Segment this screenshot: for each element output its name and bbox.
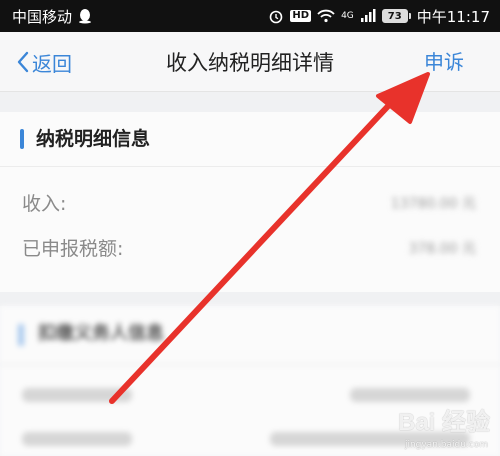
declared-tax-row: 已申报税额: 378.00 元 (0, 227, 500, 271)
nav-bar: 返回 收入纳税明细详情 申诉 (0, 32, 500, 92)
section-accent-bar (18, 324, 24, 346)
back-label: 返回 (32, 51, 72, 76)
declared-tax-label: 已申报税额: (22, 238, 124, 260)
section-header: 纳税明细信息 (0, 112, 500, 167)
divider (0, 364, 500, 365)
section-title: 纳税明细信息 (36, 128, 151, 150)
blurred-label (22, 388, 132, 402)
declared-tax-value: 378.00 元 (408, 241, 476, 257)
chevron-left-icon (17, 51, 29, 73)
section-gap (0, 92, 500, 112)
network-type: 4G (341, 11, 354, 21)
income-label: 收入: (22, 193, 67, 215)
carrier-label: 中国移动 (12, 7, 73, 26)
section-accent-bar (20, 129, 24, 149)
wifi-icon (317, 9, 335, 23)
watermark-logo: Bai 经验 jingyan.baidu.com (380, 394, 490, 450)
battery-icon: 73 (381, 9, 411, 23)
qq-icon (78, 8, 92, 24)
tax-detail-card: 纳税明细信息 收入: 13780.00 元 已申报税额: 378.00 元 (0, 112, 500, 292)
section-gap (0, 292, 500, 306)
back-button[interactable]: 返回 (16, 47, 72, 77)
alarm-icon (268, 8, 284, 24)
appeal-button[interactable]: 申诉 (424, 47, 464, 77)
signal-icon (360, 9, 376, 23)
blurred-label (22, 432, 132, 446)
clock: 中午11:17 (416, 7, 490, 26)
section-title: 扣缴义务人信息 (38, 323, 164, 344)
status-bar: 中国移动 HD 4G 73 中午11:17 (0, 0, 500, 32)
income-value: 13780.00 元 (390, 196, 476, 212)
watermark-text: Bai 经验 (397, 409, 490, 436)
battery-level: 73 (381, 9, 408, 23)
income-row: 收入: 13780.00 元 (0, 182, 500, 226)
watermark-url: jingyan.baidu.com (404, 440, 488, 450)
hd-icon: HD (290, 10, 312, 22)
